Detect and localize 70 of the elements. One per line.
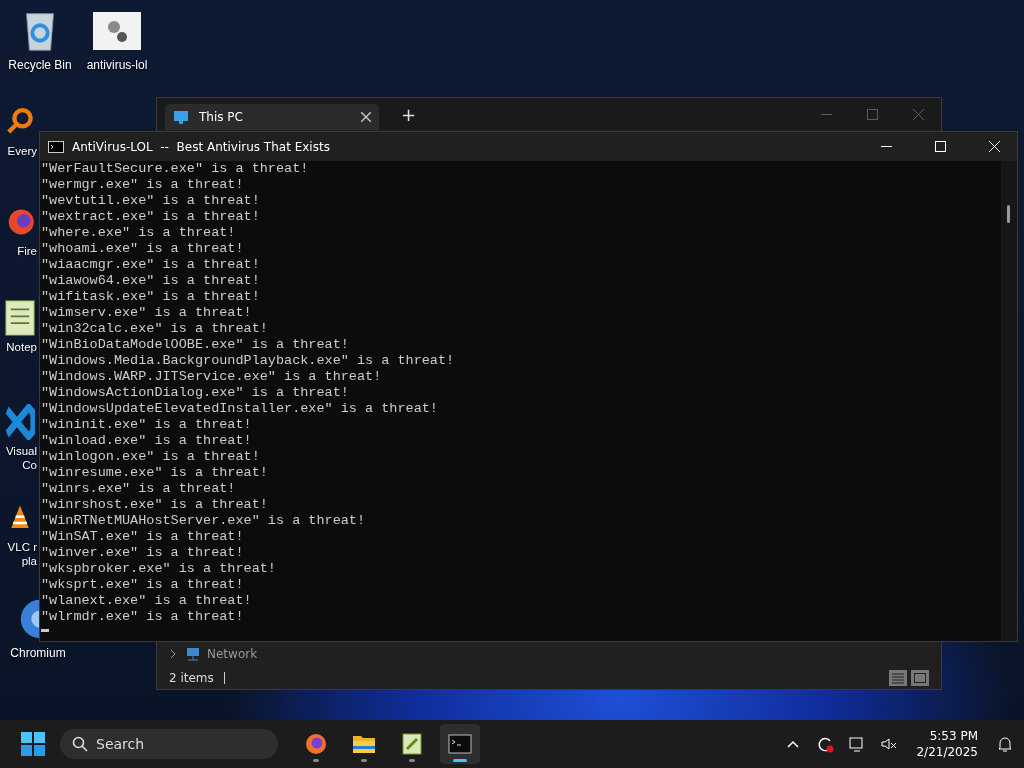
console-line: "where.exe" is a threat!: [41, 225, 237, 241]
console-line: "winload.exe" is a threat!: [41, 433, 253, 449]
console-line: "wlrmdr.exe" is a threat!: [41, 609, 245, 625]
tiles-view-button[interactable]: [911, 670, 929, 686]
console-line: "winlogon.exe" is a threat!: [41, 449, 261, 465]
monitor-icon: [173, 109, 189, 125]
close-tab-icon[interactable]: [361, 112, 371, 122]
search-field[interactable]: Search: [60, 729, 278, 759]
console-line: "WinRTNetMUAHostServer.exe" is a threat!: [41, 513, 367, 529]
explorer-tab[interactable]: This PC: [165, 104, 379, 130]
new-tab-button[interactable]: +: [395, 103, 423, 126]
console-line: "Windows.WARP.JITService.exe" is a threat!: [41, 369, 383, 385]
maximize-icon: [866, 108, 878, 120]
code-editor-icon: [5, 404, 35, 440]
console-line: "wevtutil.exe" is a threat!: [41, 193, 261, 209]
console-line: "wermgr.exe" is a threat!: [41, 177, 245, 193]
sync-icon[interactable]: [816, 735, 835, 753]
console-line: "WinBioDataModelOOBE.exe" is a threat!: [41, 337, 350, 353]
console-line: "Windows.Media.BackgroundPlayback.exe" is a threat!: [41, 353, 456, 369]
console-line: "wiawow64.exe" is a threat!: [41, 273, 261, 289]
taskbar-app[interactable]: [440, 724, 480, 764]
console-line: "WindowsUpdateElevatedInstaller.exe" is a threat!: [41, 401, 439, 417]
sidebar-item[interactable]: Network: [185, 647, 258, 661]
desktop-icon-label[interactable]: Every: [7, 144, 37, 158]
desktop-icon-label[interactable]: Fire: [17, 244, 37, 258]
notepad-icon: [5, 300, 35, 336]
tile-icon: [913, 672, 927, 684]
console-line: "WerFaultSecure.exe" is a threat!: [41, 161, 310, 177]
console-line: "winver.exe" is a threat!: [41, 545, 245, 561]
console-line: "winresume.exe" is a threat!: [41, 465, 269, 481]
close-icon: [912, 108, 924, 120]
console-line: "wininit.exe" is a threat!: [41, 417, 253, 433]
console-icon: [48, 140, 64, 153]
desktop-icon-label[interactable]: Chromium: [10, 646, 66, 660]
console-line: "whoami.exe" is a threat!: [41, 241, 245, 257]
console-line: "wiaacmgr.exe" is a threat!: [41, 257, 261, 273]
scrollbar[interactable]: [1001, 161, 1017, 641]
list-icon: [891, 672, 905, 684]
desktop-icon-label[interactable]: Recycle Bin: [8, 58, 72, 72]
console-line: "winrs.exe" is a threat!: [41, 481, 237, 497]
console-line: "wextract.exe" is a threat!: [41, 209, 261, 225]
chevron-icon[interactable]: [169, 649, 177, 659]
desktop-icon-label[interactable]: antivirus-lol: [86, 58, 148, 72]
console-line: "wifitask.exe" is a threat!: [41, 289, 261, 305]
start-button[interactable]: [20, 731, 46, 757]
console-line: "wkspbroker.exe" is a threat!: [41, 561, 277, 577]
console-line: "wimserv.exe" is a threat!: [41, 305, 253, 321]
window-title: AntiVirus-LOL -- Best Antivirus That Exists: [72, 139, 330, 154]
console-line: "WindowsActionDialog.exe" is a threat!: [41, 385, 350, 401]
desktop-icon-label[interactable]: Notep: [6, 340, 37, 354]
text-cursor: [41, 629, 49, 632]
desktop-icon-label[interactable]: Visual Co: [5, 444, 37, 472]
console-line: "WinSAT.exe" is a threat!: [41, 529, 245, 545]
search-icon: [72, 736, 88, 752]
browser-icon: [304, 732, 328, 756]
scroll-thumb[interactable]: [1007, 205, 1010, 223]
network-icon: [185, 647, 201, 661]
clock[interactable]: 5:53 PM 2/21/2025: [912, 728, 982, 760]
console-line: "win32calc.exe" is a threat!: [41, 321, 269, 337]
item-count: 2 items: [169, 671, 214, 685]
console-line: "winrshost.exe" is a threat!: [41, 497, 269, 513]
close-icon: [988, 141, 1000, 152]
console-line: "wksprt.exe" is a threat!: [41, 577, 245, 593]
desktop-icon-label[interactable]: VLC r pla: [7, 540, 37, 568]
terminal-icon: [448, 732, 472, 756]
notification-bell-icon[interactable]: [996, 735, 1014, 753]
console-line: "wlanext.exe" is a threat!: [41, 593, 253, 609]
notepad-icon: [400, 732, 424, 756]
speaker-muted-icon[interactable]: [880, 735, 899, 753]
maximize-icon: [934, 141, 946, 152]
